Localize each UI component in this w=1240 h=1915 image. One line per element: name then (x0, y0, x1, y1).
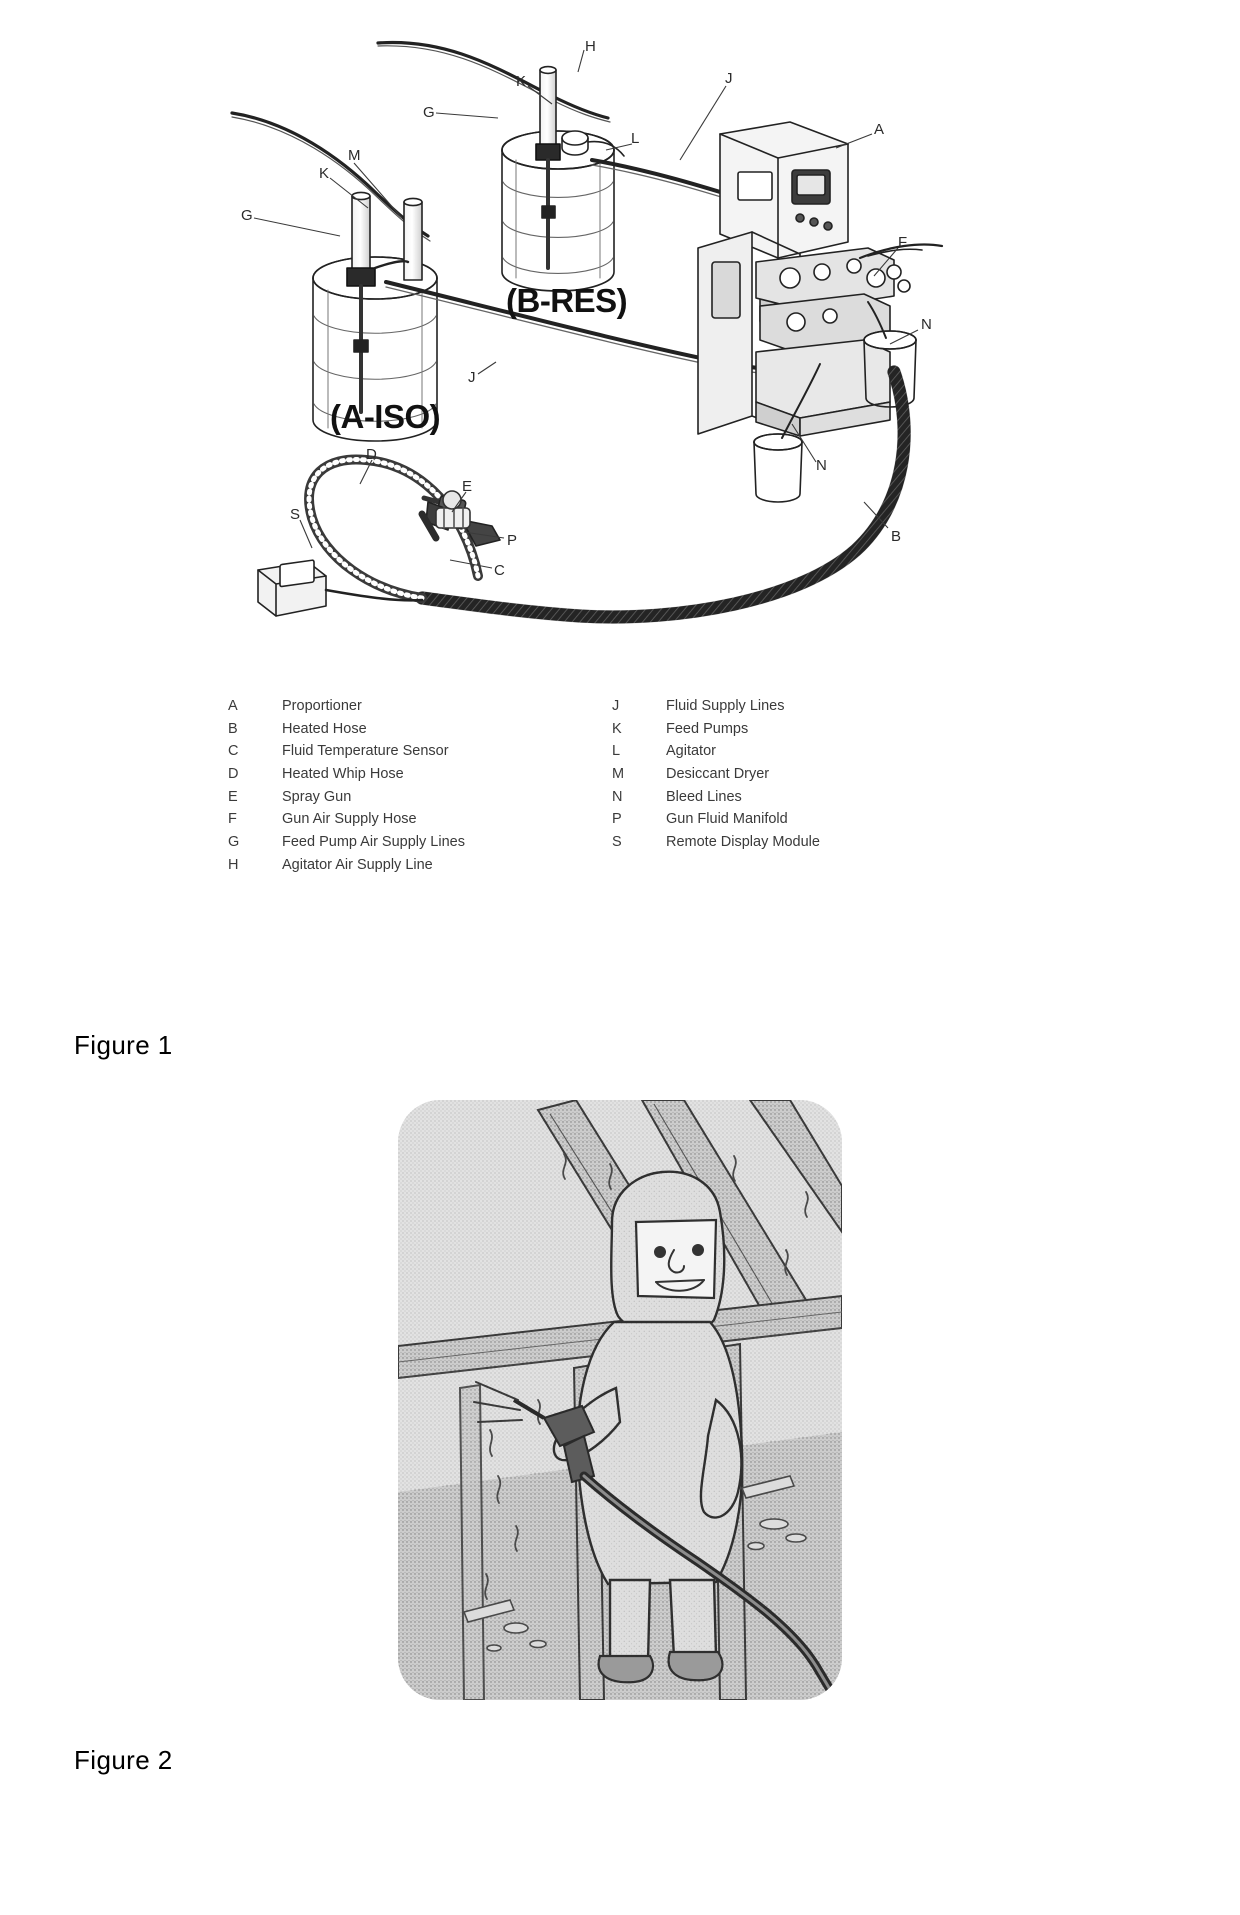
callout-J-top: J (725, 70, 733, 87)
callout-A: A (874, 121, 885, 138)
figure-2-illustration (398, 1100, 842, 1700)
callout-N-lower: N (816, 457, 827, 474)
legend-row: B Heated Hose (228, 718, 558, 741)
legend-right-column: J Fluid Supply Lines K Feed Pumps L Agit… (558, 695, 848, 877)
legend-label: Fluid Temperature Sensor (282, 743, 449, 760)
legend-row: G Feed Pump Air Supply Lines (228, 831, 558, 854)
figure-1-legend: A Proportioner B Heated Hose C Fluid Tem… (228, 695, 848, 877)
callout-S: S (290, 506, 301, 523)
legend-row: D Heated Whip Hose (228, 763, 558, 786)
legend-row: P Gun Fluid Manifold (612, 808, 848, 831)
legend-label: Remote Display Module (666, 834, 820, 851)
legend-row: A Proportioner (228, 695, 558, 718)
legend-key: A (228, 698, 238, 714)
legend-key: F (228, 811, 237, 828)
callout-D: D (366, 446, 377, 463)
callout-P: P (507, 532, 518, 549)
legend-key: L (612, 743, 621, 760)
legend-key: J (612, 698, 620, 714)
legend-label: Heated Hose (282, 720, 367, 737)
legend-label: Bleed Lines (666, 788, 742, 805)
callout-G-top: G (423, 104, 435, 121)
callout-M: M (348, 147, 361, 164)
callout-F: F (898, 234, 908, 251)
legend-row: M Desiccant Dryer (612, 763, 848, 786)
legend-label: Gun Air Supply Hose (282, 811, 417, 828)
callout-K-left: K (319, 165, 330, 182)
legend-label: Agitator Air Supply Line (282, 856, 433, 873)
legend-key: H (228, 856, 239, 873)
legend-row: F Gun Air Supply Hose (228, 808, 558, 831)
legend-key: D (228, 766, 239, 783)
a-iso-drum-label: (A-ISO) (330, 398, 441, 435)
legend-row: N Bleed Lines (612, 786, 848, 809)
callout-L: L (631, 130, 640, 147)
legend-row: H Agitator Air Supply Line (228, 854, 558, 877)
legend-key: P (612, 811, 622, 828)
legend-key: B (228, 720, 238, 737)
callout-K-top: K (516, 73, 527, 90)
legend-key: E (228, 788, 238, 805)
legend-row: S Remote Display Module (612, 831, 848, 854)
legend-label: Feed Pump Air Supply Lines (282, 834, 465, 851)
legend-label: Desiccant Dryer (666, 766, 770, 783)
callout-E: E (462, 478, 473, 495)
legend-left-column: A Proportioner B Heated Hose C Fluid Tem… (228, 695, 558, 877)
legend-row: C Fluid Temperature Sensor (228, 740, 558, 763)
legend-label: Feed Pumps (666, 720, 749, 737)
b-res-drum-label: (B-RES) (506, 282, 628, 319)
legend-label: Fluid Supply Lines (666, 698, 785, 714)
callout-B: B (891, 528, 902, 545)
legend-label: Gun Fluid Manifold (666, 811, 788, 828)
legend-label: Spray Gun (282, 788, 352, 805)
legend-row: L Agitator (612, 740, 848, 763)
legend-key: K (612, 720, 622, 737)
figure-1-block: (B-RES) (A-ISO) H K J G L A M K G F N J … (0, 0, 1240, 1090)
callout-C: C (494, 562, 505, 579)
proportioner-system-diagram (230, 40, 944, 624)
legend-label: Proportioner (282, 698, 362, 714)
legend-row: K Feed Pumps (612, 718, 848, 741)
figure-1-illustration: (B-RES) (A-ISO) (200, 10, 990, 690)
legend-label: Agitator (666, 743, 716, 760)
legend-key: C (228, 743, 239, 760)
legend-row: E Spray Gun (228, 786, 558, 809)
attic-spray-foam-scene (398, 1100, 842, 1700)
legend-key: G (228, 834, 240, 851)
figure-2-caption: Figure 2 (74, 1745, 173, 1775)
legend-key: M (612, 766, 625, 783)
legend-key: N (612, 788, 623, 805)
callout-H: H (585, 38, 596, 55)
figure-1-caption: Figure 1 (74, 1030, 173, 1060)
legend-label: Heated Whip Hose (282, 766, 404, 783)
legend-key: S (612, 834, 622, 851)
callout-N-right: N (921, 316, 932, 333)
callout-G-left: G (241, 207, 253, 224)
legend-row: J Fluid Supply Lines (612, 695, 848, 718)
callout-J-left: J (468, 369, 476, 386)
